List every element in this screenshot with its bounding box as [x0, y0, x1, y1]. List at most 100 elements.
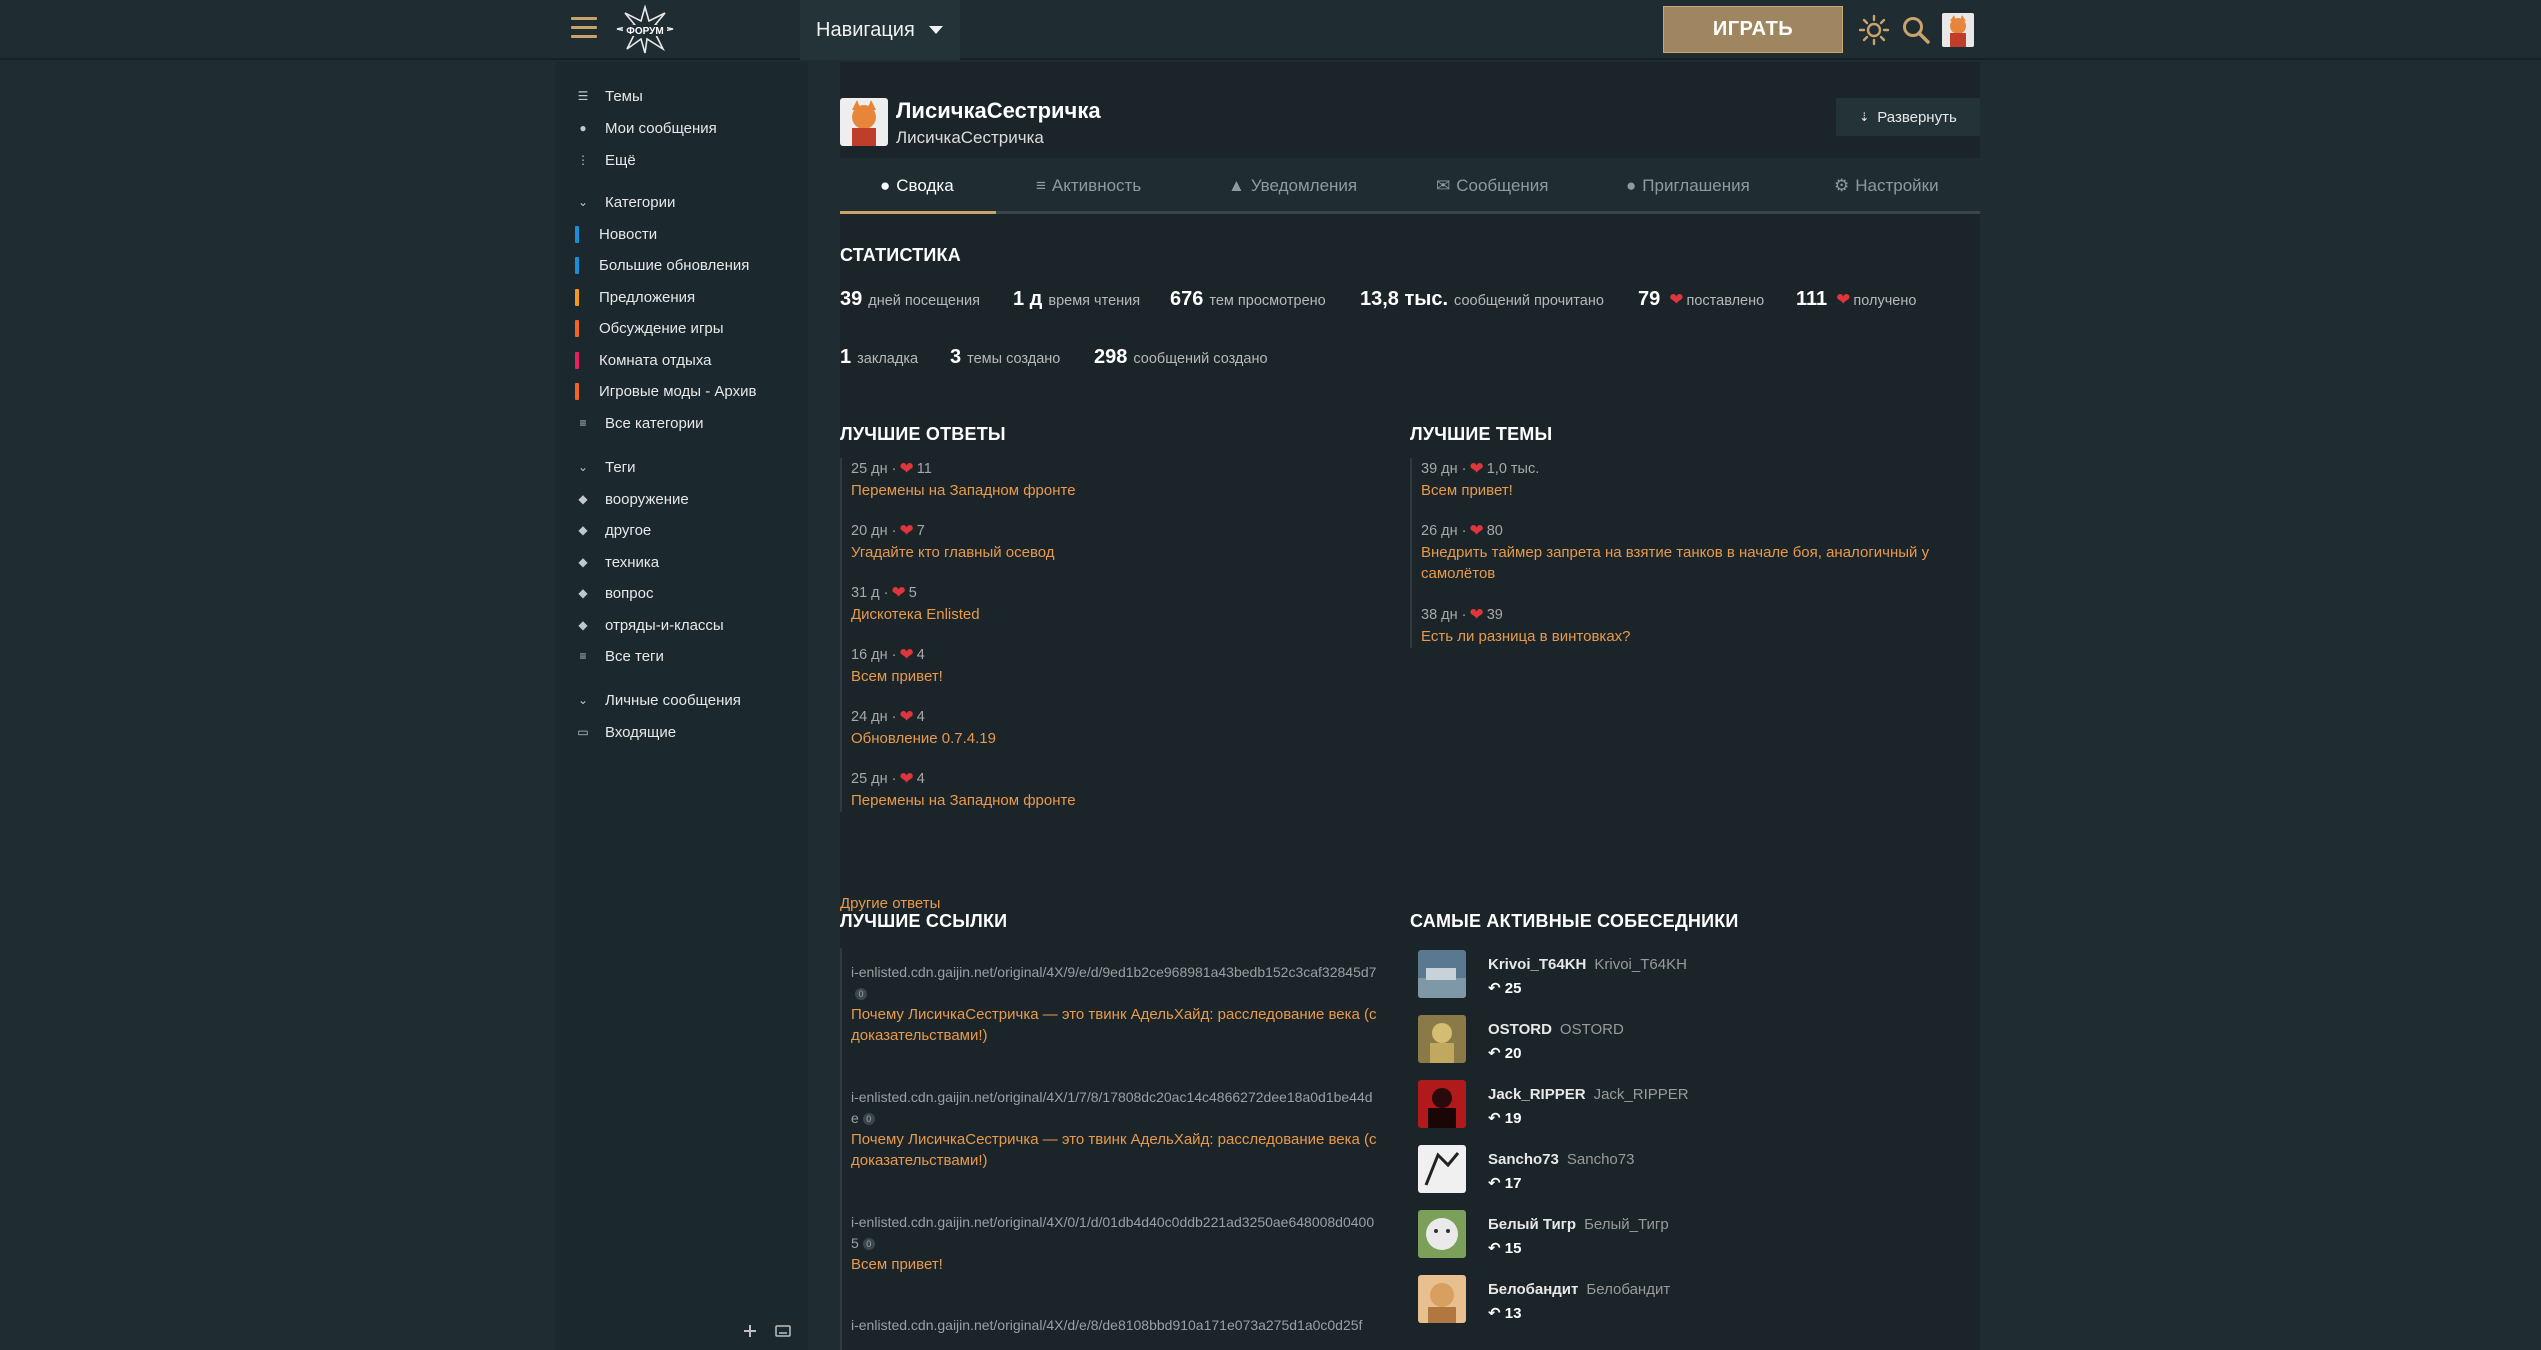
- forum-logo[interactable]: ФОРУМ: [615, 4, 675, 55]
- heart-icon: ❤: [899, 521, 914, 540]
- link-topic[interactable]: Почему ЛисичкаСестричка — это твинк Адел…: [851, 1004, 1380, 1046]
- topic-link[interactable]: Всем привет!: [1421, 480, 1970, 501]
- partner-item[interactable]: Jack_RIPPER Jack_RIPPER ↶ 19: [1410, 1080, 1830, 1130]
- sidebar-section-title: Теги: [605, 458, 636, 476]
- tab-summary[interactable]: ● Сводка: [880, 158, 954, 214]
- tab-invites[interactable]: ● Приглашения: [1626, 158, 1750, 214]
- partner-avatar[interactable]: [1418, 1275, 1466, 1323]
- sidebar-item-label: Комната отдыха: [599, 351, 712, 369]
- tab-messages[interactable]: ✉ Сообщения: [1436, 158, 1549, 214]
- user-avatar-icon[interactable]: [1942, 13, 1974, 47]
- more-replies-link[interactable]: Другие ответы: [840, 895, 940, 912]
- sidebar-item-tag[interactable]: ◆ техника: [575, 548, 659, 576]
- partner-item[interactable]: Sancho73 Sancho73 ↶ 17: [1410, 1145, 1830, 1195]
- list-item: i-enlisted.cdn.gaijin.net/original/4X/1/…: [851, 1073, 1380, 1198]
- sidebar-item-tag[interactable]: ◆ вопрос: [575, 579, 653, 607]
- link-topic[interactable]: Всем привет!: [851, 1254, 1380, 1275]
- user-avatar[interactable]: [840, 98, 888, 146]
- sidebar-item-label: техника: [605, 553, 660, 571]
- reply-link[interactable]: Перемены на Западном фронте: [851, 480, 1400, 501]
- navigation-label: Навигация: [816, 18, 915, 41]
- envelope-icon: ✉: [1436, 176, 1451, 195]
- sidebar-item-my-posts[interactable]: ● Мои сообщения: [575, 114, 716, 142]
- partner-item[interactable]: Белобандит Белобандит ↶ 13: [1410, 1275, 1830, 1325]
- sidebar-section-messages[interactable]: ⌄ Личные сообщения: [575, 686, 741, 714]
- heart-icon: ❤: [891, 583, 906, 602]
- list-item: 20 дн · ❤ 7 Угадайте кто главный осевод: [851, 520, 1400, 582]
- expand-button[interactable]: ⇣ Развернуть: [1836, 98, 1980, 136]
- sidebar-item-category[interactable]: Новости: [569, 220, 657, 248]
- reply-link[interactable]: Перемены на Западном фронте: [851, 790, 1400, 811]
- sidebar-item-topics[interactable]: ☰ Темы: [575, 82, 643, 110]
- partner-item[interactable]: OSTORD OSTORD ↶ 20: [1410, 1015, 1830, 1065]
- partner-avatar[interactable]: [1418, 1015, 1466, 1063]
- link-url[interactable]: i-enlisted.cdn.gaijin.net/original/4X/d/…: [851, 1315, 1380, 1336]
- link-topic[interactable]: Почему ЛисичкаСестричка — это твинк Адел…: [851, 1129, 1380, 1171]
- sidebar-item-all-tags[interactable]: ≡ Все теги: [575, 642, 664, 670]
- sidebar-item-category[interactable]: Обсуждение игры: [569, 314, 724, 342]
- sidebar-item-label: Все теги: [605, 647, 664, 665]
- tab-notifications[interactable]: ▲ Уведомления: [1228, 158, 1357, 214]
- sidebar-item-category[interactable]: Предложения: [569, 283, 695, 311]
- sidebar-item-all-categories[interactable]: ≡ Все категории: [575, 409, 703, 437]
- partner-avatar[interactable]: [1418, 1210, 1466, 1258]
- partner-avatar[interactable]: [1418, 1145, 1466, 1193]
- category-color-bar: [575, 382, 579, 400]
- sidebar-item-tag[interactable]: ◆ отряды-и-классы: [575, 611, 723, 639]
- click-count-badge: 0: [855, 988, 867, 1001]
- user-login: ЛисичкаСестричка: [896, 128, 1044, 147]
- partner-item[interactable]: Белый Тигр Белый_Тигр ↶ 15: [1410, 1210, 1830, 1260]
- partner-item[interactable]: Krivoi_T64KH Krivoi_T64KH ↶ 25: [1410, 950, 1830, 1000]
- stat-days-visited: 39 дней посещения: [840, 288, 980, 310]
- reply-link[interactable]: Всем привет!: [851, 666, 1400, 687]
- tab-label: Активность: [1051, 176, 1142, 195]
- best-replies-title: ЛУЧШИЕ ОТВЕТЫ: [840, 424, 1006, 444]
- link-url[interactable]: i-enlisted.cdn.gaijin.net/original/4X/0/…: [851, 1212, 1380, 1254]
- category-color-bar: [575, 256, 579, 274]
- link-url[interactable]: i-enlisted.cdn.gaijin.net/original/4X/9/…: [851, 962, 1380, 1004]
- sun-icon[interactable]: [1858, 14, 1890, 46]
- tab-activity[interactable]: ≡ Активность: [1036, 158, 1141, 214]
- tab-label: Сводка: [896, 176, 954, 195]
- topic-link[interactable]: Внедрить таймер запрета на взятие танков…: [1421, 542, 1970, 584]
- partner-avatar[interactable]: [1418, 1080, 1466, 1128]
- sidebar-section-categories[interactable]: ⌄ Категории: [575, 188, 675, 216]
- reply-link[interactable]: Дискотека Enlisted: [851, 604, 1400, 625]
- reply-icon: ↶: [1488, 1305, 1501, 1322]
- sidebar-item-more[interactable]: ⋮ Ещё: [575, 146, 636, 174]
- sidebar-item-label: Игровые моды - Архив: [599, 382, 757, 400]
- heart-icon: ❤: [1469, 605, 1484, 624]
- more-vertical-icon: ⋮: [577, 153, 589, 167]
- sidebar-section-title: Категории: [605, 193, 676, 211]
- category-color-bar: [575, 225, 579, 243]
- tag-icon: ◆: [578, 523, 588, 537]
- sidebar-item-label: Ещё: [605, 151, 636, 169]
- play-button[interactable]: ИГРАТЬ: [1663, 6, 1843, 53]
- search-icon[interactable]: [1900, 14, 1932, 46]
- sidebar-item-label: Большие обновления: [599, 256, 750, 274]
- sidebar-item-category[interactable]: Большие обновления: [569, 251, 749, 279]
- navigation-dropdown[interactable]: Навигация: [800, 0, 960, 60]
- sidebar-section-tags[interactable]: ⌄ Теги: [575, 453, 636, 481]
- reply-icon: ↶: [1488, 1110, 1501, 1127]
- reply-link[interactable]: Обновление 0.7.4.19: [851, 728, 1400, 749]
- sidebar-item-category[interactable]: Комната отдыха: [569, 346, 712, 374]
- hamburger-menu-icon[interactable]: [571, 17, 597, 39]
- sidebar-item-tag[interactable]: ◆ вооружение: [575, 485, 688, 513]
- user-display-name: ЛисичкаСестричка: [896, 98, 1101, 123]
- topic-link[interactable]: Есть ли разница в винтовках?: [1421, 626, 1970, 647]
- category-color-bar: [575, 351, 579, 369]
- sidebar-item-tag[interactable]: ◆ другое: [575, 516, 651, 544]
- reply-link[interactable]: Угадайте кто главный осевод: [851, 542, 1400, 563]
- heart-icon: ❤: [1469, 459, 1484, 478]
- sidebar-item-inbox[interactable]: ▭ Входящие: [575, 718, 676, 746]
- keyboard-icon[interactable]: [775, 1325, 791, 1337]
- link-url[interactable]: i-enlisted.cdn.gaijin.net/original/4X/1/…: [851, 1087, 1380, 1129]
- tab-settings[interactable]: ⚙ Настройки: [1834, 158, 1939, 214]
- partner-avatar[interactable]: [1418, 950, 1466, 998]
- sidebar-item-label: Предложения: [599, 288, 696, 306]
- tab-label: Уведомления: [1250, 176, 1358, 195]
- heart-icon: ❤: [899, 769, 914, 788]
- sidebar-item-category[interactable]: Игровые моды - Архив: [569, 377, 756, 405]
- plus-icon[interactable]: [742, 1323, 758, 1339]
